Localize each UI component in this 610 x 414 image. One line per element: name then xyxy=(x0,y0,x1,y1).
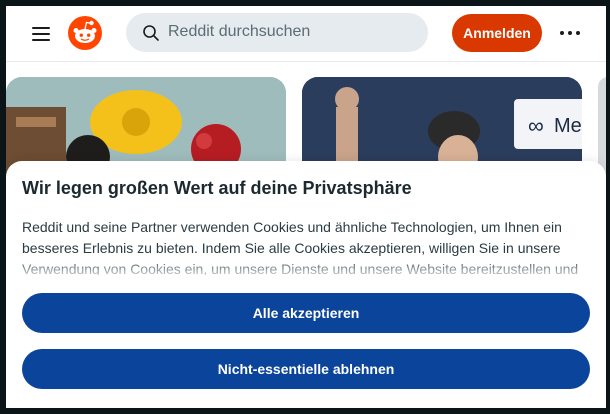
svg-text:∞: ∞ xyxy=(528,113,544,138)
top-bar: Reddit durchsuchen Anmelden xyxy=(6,6,606,62)
cookie-banner: Wir legen großen Wert auf deine Privatsp… xyxy=(6,161,606,408)
more-options-button[interactable] xyxy=(556,22,584,44)
card-overlay-text: Me xyxy=(554,115,582,137)
search-icon xyxy=(143,25,159,41)
login-button[interactable]: Anmelden xyxy=(452,14,542,52)
search-bar[interactable]: Reddit durchsuchen xyxy=(126,13,428,52)
hamburger-icon xyxy=(32,27,50,29)
decline-non-essential-button[interactable]: Nicht-essentielle ablehnen xyxy=(22,349,590,389)
search-input[interactable]: Reddit durchsuchen xyxy=(168,23,310,41)
more-dots-icon xyxy=(560,31,564,35)
text-fade-overlay xyxy=(6,257,606,281)
menu-button[interactable] xyxy=(30,24,52,44)
cookie-banner-title: Wir legen großen Wert auf deine Privatsp… xyxy=(22,178,412,198)
app-frame: Reddit durchsuchen Anmelden ∞ Me Wir leg… xyxy=(6,6,606,408)
accept-all-button[interactable]: Alle akzeptieren xyxy=(22,293,590,333)
reddit-logo-icon[interactable] xyxy=(68,16,102,50)
